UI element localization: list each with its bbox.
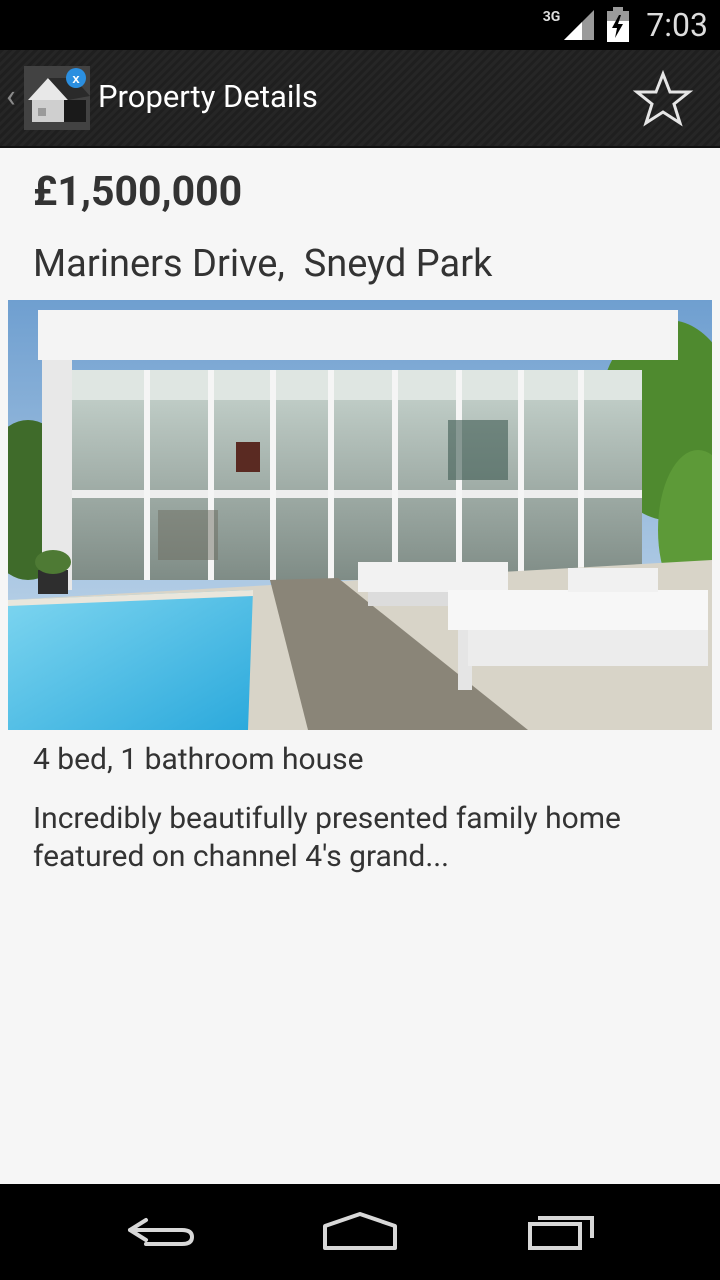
back-arrow-icon[interactable] (116, 1202, 206, 1262)
page-title: Property Details (98, 78, 318, 115)
action-bar: ‹ x Property Details (0, 50, 720, 148)
favorite-star-icon[interactable] (630, 70, 696, 128)
house-app-icon: x (24, 66, 90, 130)
listing-summary: 4 bed, 1 bathroom house (33, 742, 364, 777)
clock: 7:03 (646, 6, 708, 44)
listing-price: £1,500,000 (33, 168, 243, 216)
battery-icon (607, 7, 630, 42)
navigation-bar (0, 1184, 720, 1280)
recents-icon[interactable] (518, 1202, 608, 1262)
listing-address: Mariners Drive, Sneyd Park (33, 242, 493, 286)
up-caret-icon: ‹ (6, 77, 16, 115)
status-bar: 3G 7:03 (0, 0, 720, 50)
home-icon[interactable] (315, 1202, 405, 1262)
property-photo[interactable] (8, 300, 712, 730)
signal-icon (564, 10, 595, 40)
svg-text:x: x (72, 71, 80, 86)
listing-description: Incredibly beautifully presented family … (33, 801, 621, 874)
network-type-label: 3G (542, 9, 561, 25)
